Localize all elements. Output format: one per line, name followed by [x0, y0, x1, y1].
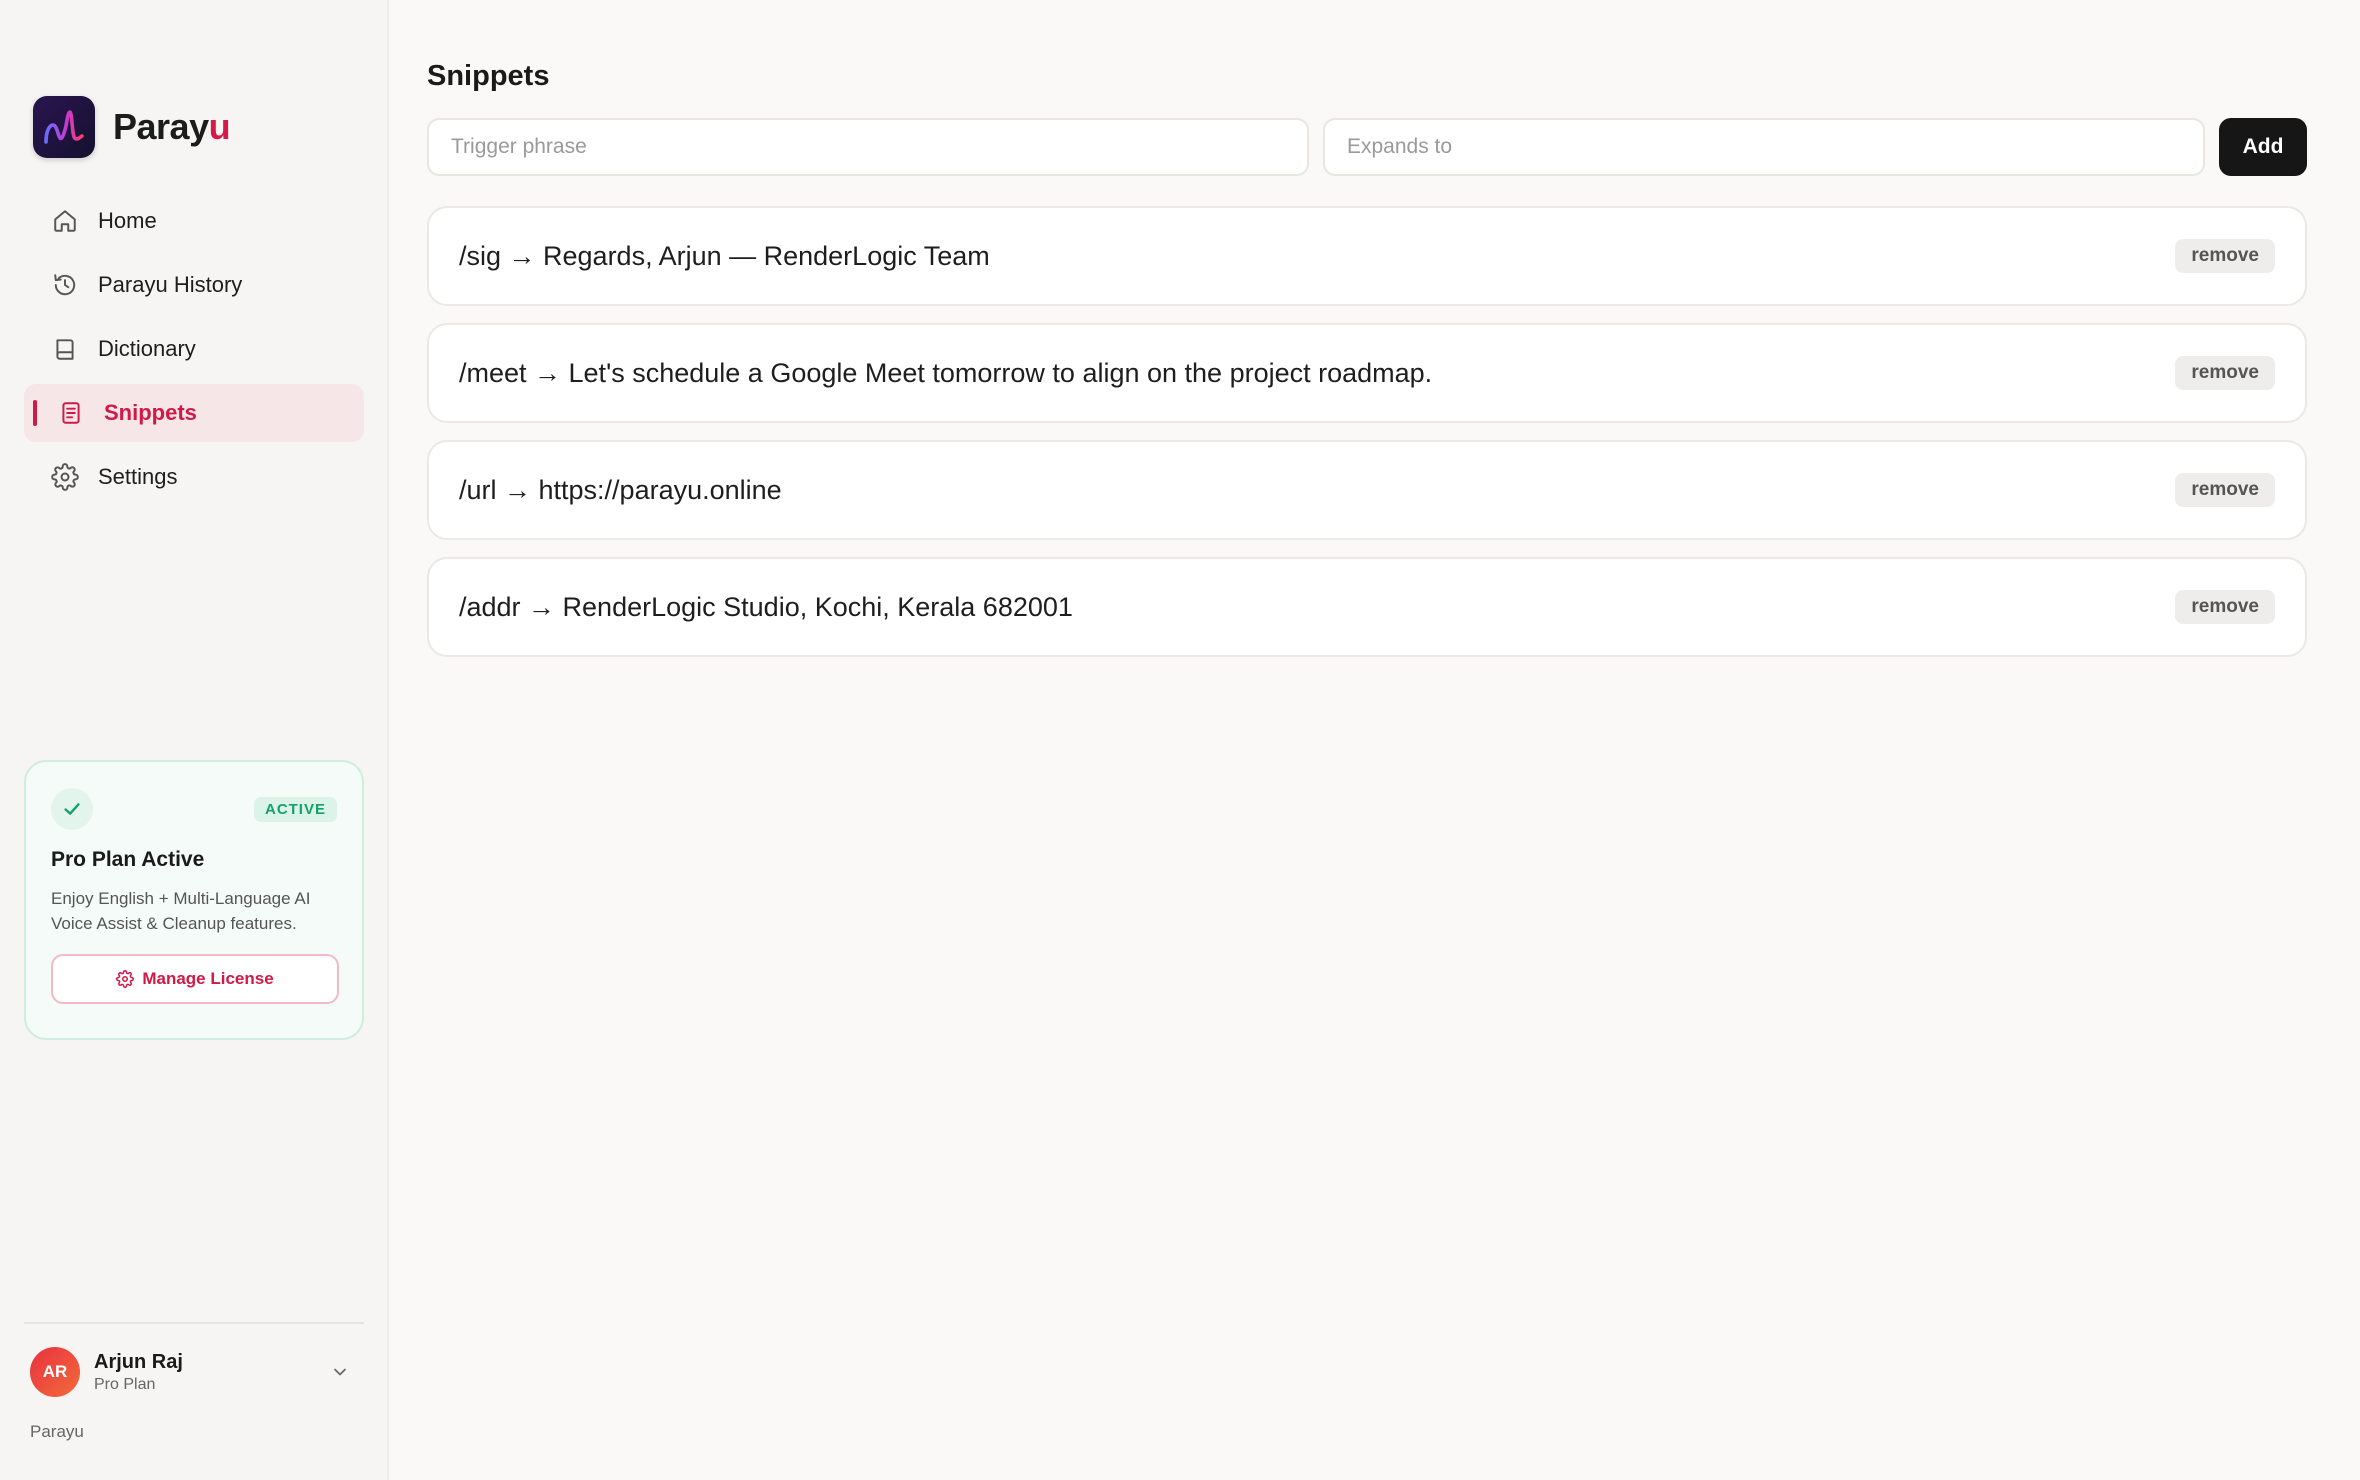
pro-plan-title: Pro Plan Active	[51, 848, 205, 871]
sidebar-item-history[interactable]: Parayu History	[24, 256, 364, 314]
main-content: Snippets Add /sig → Regards, Arjun — Ren…	[391, 0, 2360, 1480]
app-name: Parayu	[113, 106, 231, 148]
sidebar-item-settings[interactable]: Settings	[24, 448, 364, 506]
pro-plan-description-line: Enjoy English + Multi-Language AI	[51, 889, 311, 908]
snippet-text: /sig → Regards, Arjun — RenderLogic Team	[459, 240, 990, 271]
add-button[interactable]: Add	[2219, 118, 2307, 176]
brand[interactable]: Parayu	[33, 96, 231, 158]
user-menu[interactable]: AR Arjun Raj Pro Plan	[30, 1346, 360, 1398]
pro-plan-description: Enjoy English + Multi-Language AI Voice …	[51, 886, 337, 936]
home-icon	[50, 206, 80, 236]
snippet-text: /meet → Let's schedule a Google Meet tom…	[459, 357, 1433, 388]
check-icon	[51, 788, 93, 830]
history-icon	[50, 270, 80, 300]
user-divider	[24, 1322, 364, 1324]
list-item: /meet → Let's schedule a Google Meet tom…	[427, 323, 2307, 423]
page-title: Snippets	[427, 60, 550, 92]
remove-button[interactable]: remove	[2175, 356, 2275, 390]
sidebar-nav: Home Parayu History Dictionary Snippets …	[24, 192, 364, 512]
gear-icon	[50, 462, 80, 492]
sidebar-item-home[interactable]: Home	[24, 192, 364, 250]
status-badge: ACTIVE	[253, 796, 337, 822]
gear-icon	[116, 970, 135, 988]
sidebar-item-label: Parayu History	[98, 272, 243, 297]
list-item: /url → https://parayu.online remove	[427, 440, 2307, 540]
avatar: AR	[30, 1347, 80, 1397]
sidebar-item-label: Dictionary	[98, 336, 196, 361]
document-icon	[56, 398, 86, 428]
remove-button[interactable]: remove	[2175, 239, 2275, 273]
snippet-text: /addr → RenderLogic Studio, Kochi, Keral…	[459, 591, 1073, 622]
chevron-down-icon[interactable]	[330, 1362, 350, 1382]
sidebar-item-dictionary[interactable]: Dictionary	[24, 320, 364, 378]
pro-plan-card: ACTIVE Pro Plan Active Enjoy English + M…	[24, 760, 364, 1040]
app-name-main: Paray	[113, 106, 209, 147]
app-name-accent: u	[208, 106, 231, 147]
book-icon	[50, 334, 80, 364]
sidebar-item-snippets[interactable]: Snippets	[24, 384, 364, 442]
snippet-list: /sig → Regards, Arjun — RenderLogic Team…	[427, 206, 2307, 674]
manage-license-label: Manage License	[142, 969, 274, 988]
sidebar-item-label: Settings	[98, 464, 178, 489]
sidebar-footer: Parayu	[30, 1422, 84, 1441]
expands-to-input[interactable]	[1323, 118, 2205, 176]
trigger-phrase-input[interactable]	[427, 118, 1309, 176]
sidebar: Parayu Home Parayu History Dictionary Sn…	[0, 0, 389, 1480]
list-item: /addr → RenderLogic Studio, Kochi, Keral…	[427, 557, 2307, 657]
user-plan: Pro Plan	[94, 1375, 156, 1393]
remove-button[interactable]: remove	[2175, 473, 2275, 507]
list-item: /sig → Regards, Arjun — RenderLogic Team…	[427, 206, 2307, 306]
sidebar-item-label: Snippets	[104, 400, 197, 425]
user-name: Arjun Raj	[94, 1350, 183, 1373]
app-logo-icon	[33, 96, 95, 158]
remove-button[interactable]: remove	[2175, 590, 2275, 624]
manage-license-button[interactable]: Manage License	[51, 954, 339, 1004]
snippet-text: /url → https://parayu.online	[459, 474, 782, 505]
pro-plan-description-line: Voice Assist & Cleanup features.	[51, 914, 297, 933]
sidebar-item-label: Home	[98, 208, 157, 233]
